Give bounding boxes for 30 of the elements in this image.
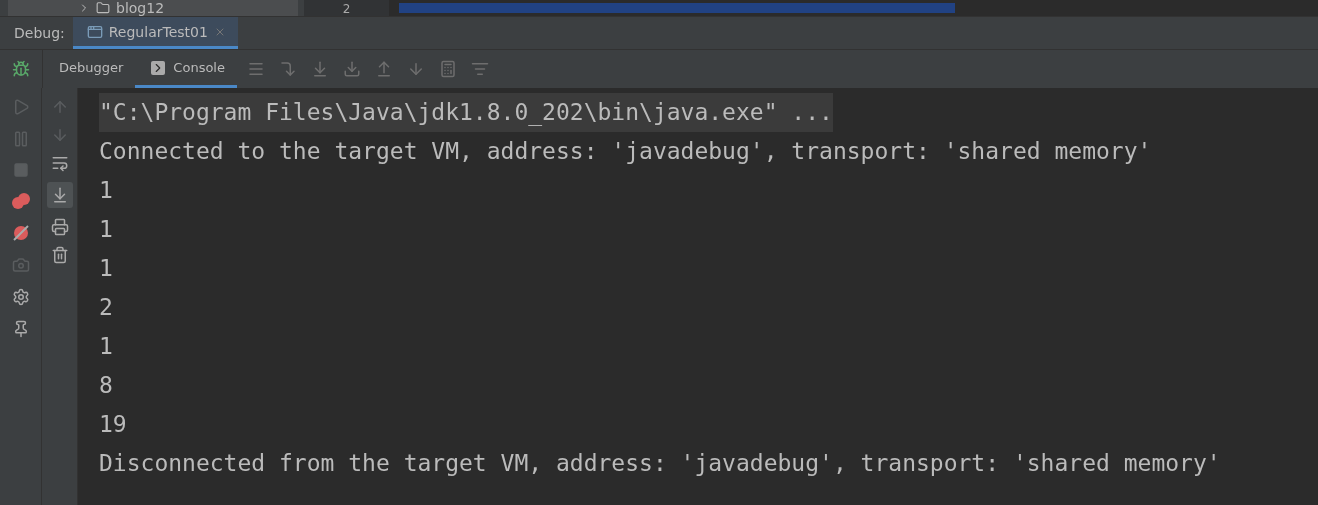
folder-icon[interactable] — [96, 1, 110, 15]
bug-icon[interactable] — [12, 60, 30, 78]
console-line: Disconnected from the target VM, address: 'javadebug', transport: 'shared memory' — [99, 449, 1221, 478]
debug-tab[interactable]: RegularTest01 — [72, 17, 238, 49]
debug-label: Debug: — [14, 25, 65, 41]
window-icon — [86, 23, 103, 40]
breakpoints-icon[interactable] — [10, 192, 31, 210]
console-icon — [151, 60, 166, 75]
console-line: 1 — [99, 254, 113, 283]
panel-tab[interactable]: Console — [135, 50, 237, 88]
console-line: 1 — [99, 215, 113, 244]
console-line: 1 — [99, 332, 113, 361]
menu-icon[interactable] — [246, 60, 265, 78]
trash-icon[interactable] — [50, 246, 69, 264]
console-line: 19 — [99, 410, 127, 439]
camera-icon[interactable] — [11, 256, 30, 274]
panel-tab[interactable]: Debugger — [43, 50, 136, 88]
stop-icon[interactable] — [12, 162, 29, 178]
soft-wrap-icon[interactable] — [50, 154, 69, 172]
line-number: 2 — [342, 2, 351, 16]
console-line: Connected to the target VM, address: 'javadebug', transport: 'shared memory' — [99, 137, 1152, 166]
calculator-icon[interactable] — [438, 60, 457, 78]
print-icon[interactable] — [50, 218, 69, 236]
console-line: 8 — [99, 371, 113, 400]
settings-icon[interactable] — [11, 288, 30, 306]
tree-item[interactable]: blog12 — [116, 0, 165, 16]
console-line: 2 — [99, 293, 113, 322]
list-icon[interactable] — [470, 60, 489, 78]
scroll-to-end-toggle[interactable] — [46, 182, 73, 208]
console-line: 1 — [99, 176, 113, 205]
